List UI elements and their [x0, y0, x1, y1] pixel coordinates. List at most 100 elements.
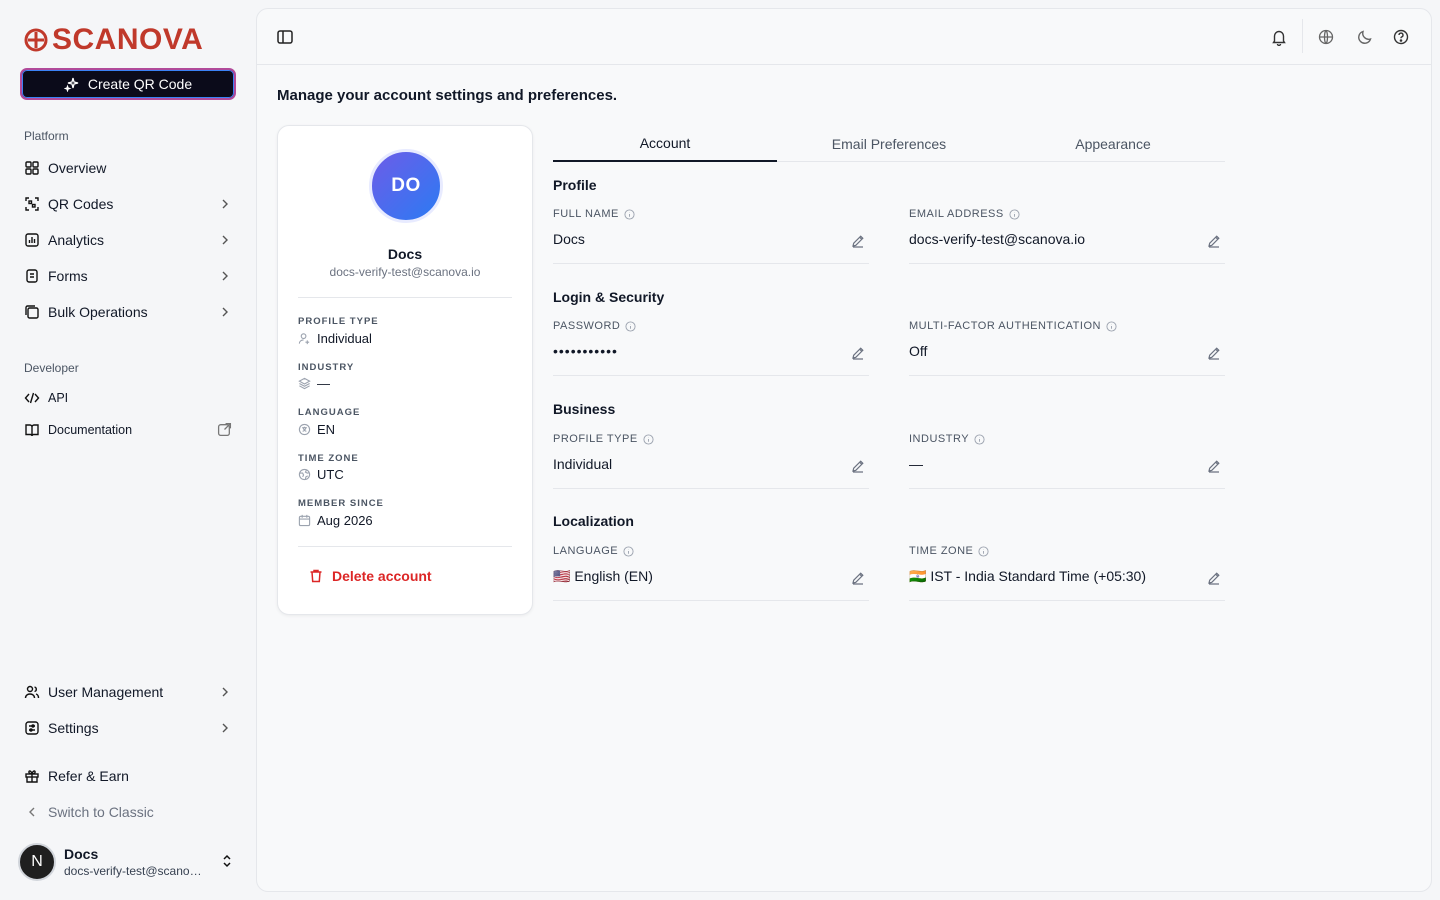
language-globe-icon[interactable]: [1317, 28, 1335, 46]
delete-account-label: Delete account: [332, 568, 432, 584]
edit-full-name-icon[interactable]: [851, 234, 865, 248]
edit-email-icon[interactable]: [1207, 234, 1221, 248]
localization-section-title: Localization: [553, 513, 634, 529]
member-since-value: Aug 2026: [298, 513, 373, 528]
tab-account[interactable]: Account: [553, 125, 777, 162]
sidebar-item-bulk-operations[interactable]: Bulk Operations: [16, 296, 240, 328]
create-qr-code-label: Create QR Code: [87, 76, 193, 92]
layers-icon: [298, 377, 311, 390]
mfa-value: Off: [909, 343, 928, 359]
sidebar-item-label: Refer & Earn: [48, 768, 129, 784]
edit-mfa-icon[interactable]: [1207, 346, 1221, 360]
sidebar-item-label: Switch to Classic: [48, 804, 154, 820]
email-address-field: EMAIL ADDRESS docs-verify-test@scanova.i…: [909, 208, 1225, 264]
chevron-right-icon: [222, 199, 228, 209]
settings-icon: [24, 720, 40, 736]
topbar-divider: [1302, 19, 1303, 53]
stack-icon: [24, 304, 40, 320]
profile-name: Docs: [387, 246, 423, 262]
external-link-icon: [217, 422, 232, 437]
password-value: •••••••••••: [553, 343, 618, 359]
business-industry-field: INDUSTRY —: [909, 433, 1225, 489]
info-icon[interactable]: [1009, 208, 1020, 220]
help-icon[interactable]: [1392, 28, 1410, 46]
info-icon[interactable]: [978, 545, 989, 557]
sidebar-item-label: Bulk Operations: [48, 304, 148, 320]
gift-icon: [24, 768, 40, 784]
login-security-section-title: Login & Security: [553, 289, 665, 305]
email-address-value: docs-verify-test@scanova.io: [909, 231, 1086, 247]
user-menu[interactable]: N Docs docs-verify-test@scanova.io: [16, 840, 240, 884]
sidebar-item-refer-earn[interactable]: Refer & Earn: [16, 760, 240, 792]
edit-password-icon[interactable]: [851, 346, 865, 360]
sidebar-item-label: User Management: [48, 684, 164, 700]
user-icon: [298, 333, 310, 345]
delete-account-button[interactable]: Delete account: [308, 568, 432, 584]
brand-logo[interactable]: SCANOVA: [24, 24, 203, 56]
sidebar: SCANOVA Create QR Code Platform Overview…: [0, 0, 256, 900]
language-label: LANGUAGE: [553, 545, 619, 557]
sidebar-item-switch-to-classic[interactable]: Switch to Classic: [16, 796, 240, 828]
bell-icon[interactable]: [1270, 28, 1288, 47]
chevron-left-icon: [24, 804, 40, 820]
industry-value: —: [298, 376, 330, 391]
profile-type-value: Individual: [553, 456, 613, 472]
tab-appearance[interactable]: Appearance: [1001, 125, 1225, 162]
sidebar-toggle-icon[interactable]: [276, 28, 294, 46]
full-name-field: FULL NAME Docs: [553, 208, 869, 264]
sidebar-item-label: Settings: [48, 720, 99, 736]
info-icon[interactable]: [974, 433, 985, 445]
edit-profile-type-icon[interactable]: [851, 459, 865, 473]
language-value: EN: [298, 422, 335, 437]
info-icon[interactable]: [643, 433, 654, 445]
chevron-right-icon: [222, 235, 228, 245]
sidebar-item-overview[interactable]: Overview: [16, 152, 240, 184]
avatar: N: [18, 843, 56, 881]
sidebar-item-settings[interactable]: Settings: [16, 712, 240, 744]
grid-icon: [24, 160, 40, 176]
sidebar-item-label: Analytics: [48, 232, 105, 248]
industry-label: INDUSTRY: [909, 433, 970, 445]
edit-language-icon[interactable]: [851, 571, 865, 585]
create-qr-code-button[interactable]: Create QR Code: [20, 68, 236, 100]
mfa-label: MULTI-FACTOR AUTHENTICATION: [909, 320, 1101, 332]
tab-email-preferences[interactable]: Email Preferences: [777, 125, 1001, 162]
sidebar-item-user-management[interactable]: User Management: [16, 676, 240, 708]
business-profile-type-field: PROFILE TYPE Individual: [553, 433, 869, 489]
sidebar-item-label: QR Codes: [48, 196, 114, 212]
info-icon[interactable]: [1106, 320, 1117, 332]
info-icon[interactable]: [623, 545, 634, 557]
password-label: PASSWORD: [553, 320, 621, 332]
sidebar-item-forms[interactable]: Forms: [16, 260, 240, 292]
divider: [298, 546, 512, 547]
info-icon[interactable]: [625, 320, 636, 332]
profile-type-label: PROFILE TYPE: [553, 433, 638, 445]
sidebar-item-analytics[interactable]: Analytics: [16, 224, 240, 256]
scanova-logo-icon: [24, 28, 48, 52]
business-section-title: Business: [553, 401, 616, 417]
edit-time-zone-icon[interactable]: [1207, 571, 1221, 585]
sparkles-icon: [63, 77, 79, 92]
time-zone-label: TIME ZONE: [298, 453, 359, 464]
sidebar-item-qr-codes[interactable]: QR Codes: [16, 188, 240, 220]
edit-industry-icon[interactable]: [1207, 459, 1221, 473]
industry-value: —: [909, 456, 923, 472]
user-email: docs-verify-test@scanova.io: [64, 863, 206, 878]
book-icon: [24, 422, 40, 438]
sidebar-item-documentation[interactable]: Documentation: [16, 414, 240, 446]
info-icon[interactable]: [624, 208, 635, 220]
time-zone-field: TIME ZONE 🇮🇳 IST - India Standard Time (…: [909, 545, 1225, 601]
main-panel: Manage your account settings and prefere…: [256, 8, 1432, 892]
platform-section-label: Platform: [24, 129, 69, 143]
globe-icon: [298, 468, 311, 481]
profile-type-value: Individual: [298, 331, 372, 346]
sidebar-item-api[interactable]: API: [16, 382, 240, 414]
users-icon: [24, 684, 40, 700]
moon-icon[interactable]: [1356, 28, 1374, 46]
sidebar-item-label: API: [48, 391, 69, 405]
developer-section-label: Developer: [24, 361, 79, 375]
top-bar: [257, 9, 1431, 65]
profile-summary-card: DO Docs docs-verify-test@scanova.io PROF…: [277, 125, 533, 615]
profile-type-label: PROFILE TYPE: [298, 316, 379, 327]
email-address-label: EMAIL ADDRESS: [909, 208, 1004, 220]
